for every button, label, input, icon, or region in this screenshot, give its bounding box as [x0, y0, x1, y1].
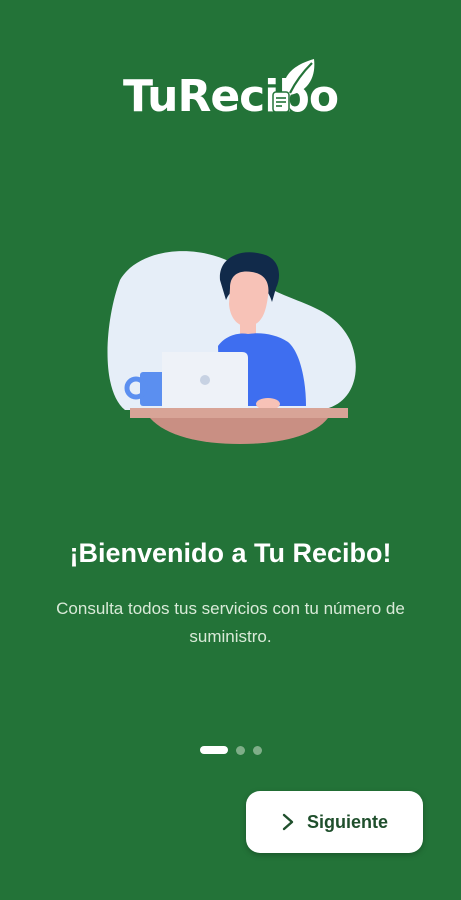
welcome-subtitle: Consulta todos tus servicios con tu núme…	[56, 599, 405, 646]
logo-wordmark: TuRecibo	[123, 59, 339, 119]
onboarding-screen: TuRecibo ¡Bienvenido a Tu Recibo! Consul…	[0, 0, 461, 900]
page-indicator	[0, 745, 461, 755]
page-dot[interactable]	[235, 745, 245, 755]
receipt-icon	[272, 91, 290, 113]
page-dot[interactable]	[252, 745, 262, 755]
next-button[interactable]: Siguiente	[246, 791, 423, 853]
person-laptop-illustration	[107, 251, 356, 444]
chevron-right-icon	[282, 813, 294, 831]
next-button-label: Siguiente	[306, 811, 388, 832]
page-dot-active[interactable]	[199, 746, 228, 754]
app-logo: TuRecibo	[0, 59, 461, 132]
welcome-title: ¡Bienvenido a Tu Recibo!	[69, 538, 392, 568]
